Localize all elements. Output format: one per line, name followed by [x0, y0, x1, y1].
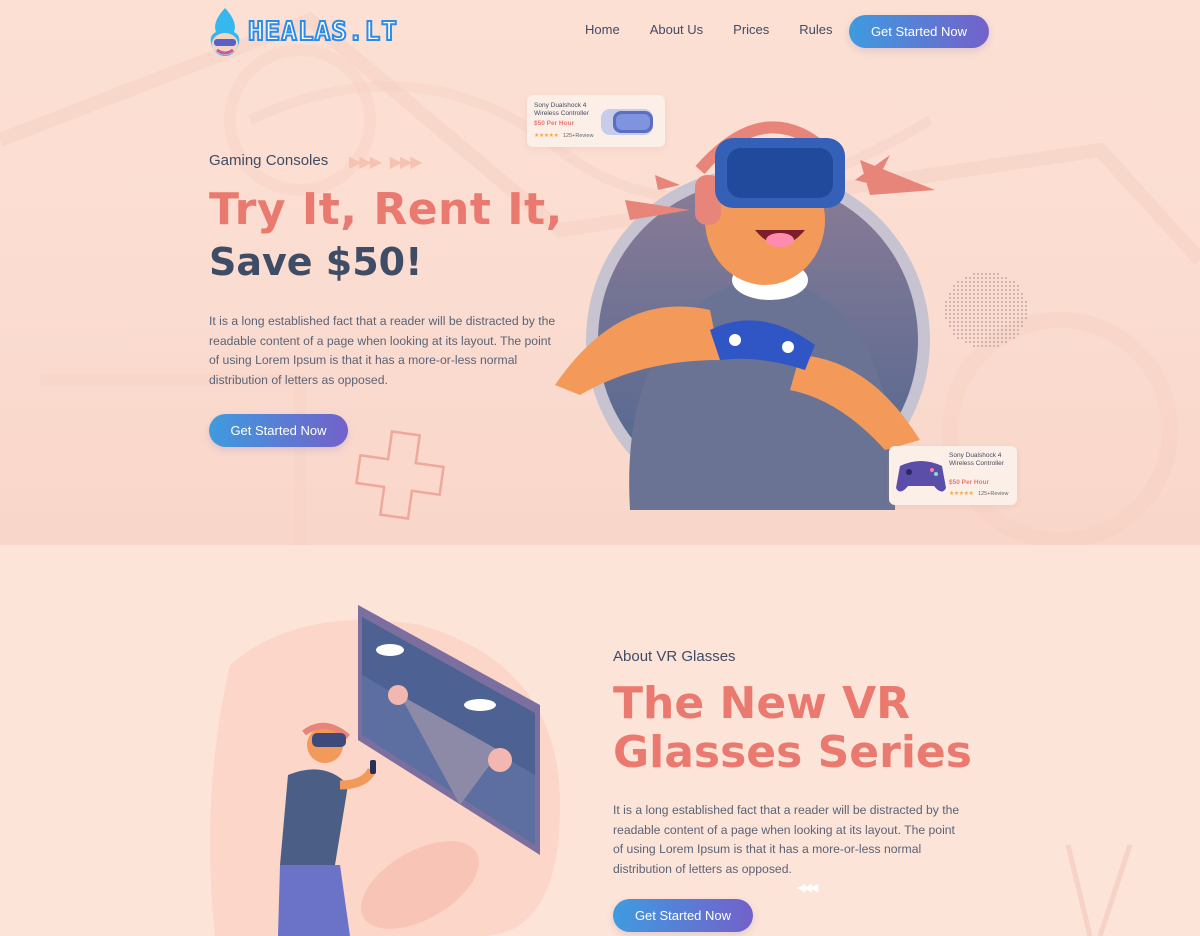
product-card-title: Sony Dualshock 4 Wireless Controller: [949, 452, 1004, 467]
hero-paragraph: It is a long established fact that a rea…: [209, 314, 556, 387]
gamepad-icon: [896, 461, 946, 492]
nav-link-about-us[interactable]: About Us: [650, 22, 703, 37]
flame-mascot-logo-icon: [210, 8, 240, 56]
review-count: 125+Review: [563, 133, 594, 139]
rewind-arrows-icon: ◀◀◀: [797, 882, 818, 894]
logo-text: HEALAS.LT: [247, 16, 398, 48]
product-card[interactable]: Sony Dualshock 4 Wireless Controller $50…: [889, 446, 1017, 505]
about-title: The New VR Glasses Series: [613, 678, 972, 778]
rating-stars: ★★★★★: [534, 133, 559, 139]
vr-headset-icon: [601, 109, 653, 135]
hero-section: Sony Dualshock 4 Wireless Controller $50…: [0, 0, 1200, 545]
product-card-title: Sony Dualshock 4 Wireless Controller: [534, 102, 589, 117]
product-card[interactable]: Sony Dualshock 4 Wireless Controller $50…: [527, 95, 665, 147]
about-background-decoration: [210, 620, 1133, 936]
header-get-started-button[interactable]: Get Started Now: [849, 15, 989, 48]
product-card-price: $50 Per Hour: [949, 479, 990, 486]
about-eyebrow: About VR Glasses: [613, 648, 736, 665]
about-paragraph: It is a long established fact that a rea…: [613, 803, 960, 876]
rating-stars: ★★★★★: [949, 491, 974, 497]
nav-link-home[interactable]: Home: [585, 22, 620, 37]
main-nav: Home About Us Prices Rules: [585, 22, 863, 37]
nav-link-prices[interactable]: Prices: [733, 22, 769, 37]
plus-outline-icon: [355, 430, 445, 520]
hero-title-line-1: Try It, Rent It,: [209, 184, 563, 235]
review-count: 125+Review: [978, 491, 1009, 497]
about-get-started-button[interactable]: Get Started Now: [613, 899, 753, 932]
hero-title-line-2: Save $50!: [209, 240, 423, 284]
logo-link[interactable]: HEALAS.LT: [208, 6, 398, 58]
product-card-price: $50 Per Hour: [534, 120, 575, 127]
vr-player-illustration: [278, 605, 540, 936]
play-arrows-icon: ▶▶▶ ▶▶▶: [349, 154, 423, 171]
nav-link-rules[interactable]: Rules: [799, 22, 832, 37]
hero-eyebrow: Gaming Consoles: [209, 152, 329, 169]
hero-get-started-button[interactable]: Get Started Now: [209, 414, 348, 447]
about-section: About VR Glasses The New VR Glasses Seri…: [0, 545, 1200, 936]
